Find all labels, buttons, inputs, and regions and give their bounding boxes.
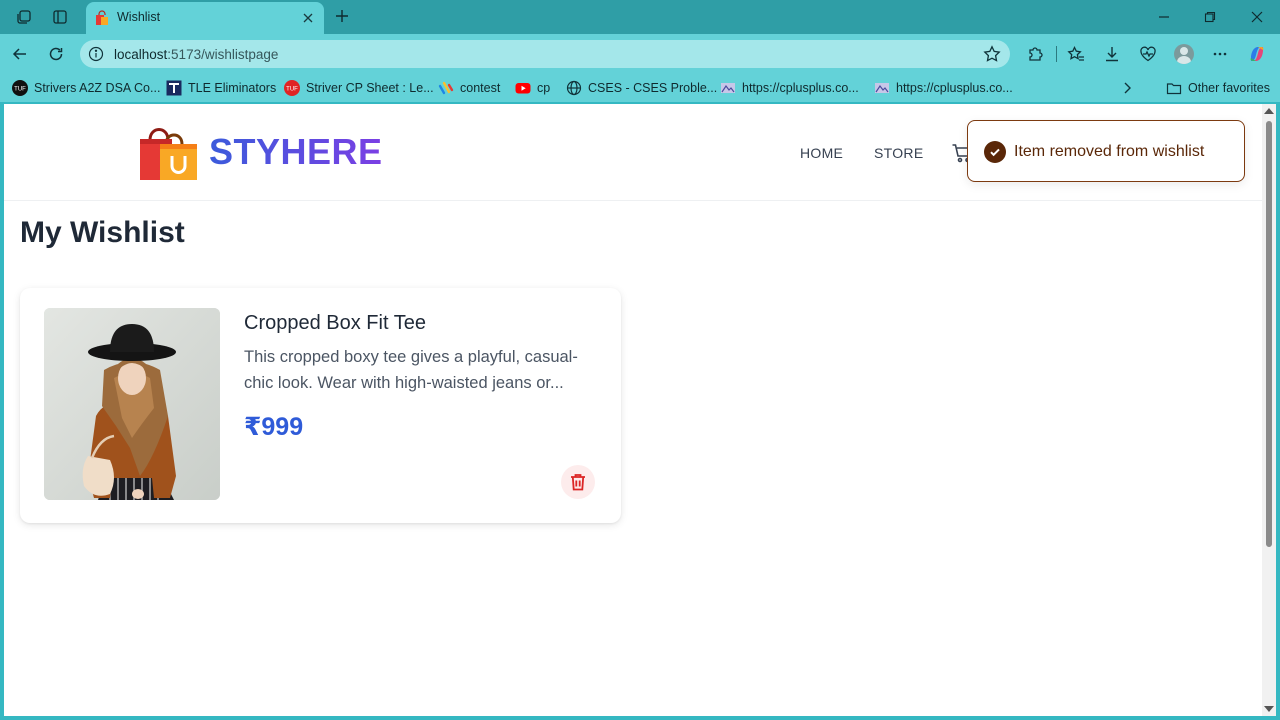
svg-text:TUF: TUF	[286, 87, 298, 93]
page-scrollbar[interactable]	[1262, 104, 1276, 716]
workspaces-icon[interactable]	[14, 7, 34, 27]
bookmarks-bar: TUF Strivers A2Z DSA Co... TLE Eliminato…	[0, 74, 1280, 102]
window-bottom-edge	[0, 716, 1280, 720]
url-path: :5173/wishlistpage	[167, 47, 279, 62]
bookmarks-overflow-chevron-icon[interactable]	[1120, 79, 1134, 97]
close-tab-icon[interactable]	[300, 10, 316, 26]
product-image[interactable]	[44, 308, 220, 500]
restore-icon[interactable]	[1199, 6, 1221, 28]
trash-icon	[571, 474, 585, 491]
wishlist-item-card[interactable]: Cropped Box Fit Tee This cropped boxy te…	[20, 288, 621, 523]
minimize-icon[interactable]	[1153, 6, 1175, 28]
bookmark-label: TLE Eliminators	[188, 81, 277, 95]
remove-from-wishlist-button[interactable]	[561, 465, 595, 499]
address-url: localhost:5173/wishlistpage	[114, 47, 278, 62]
product-price: ₹999	[244, 413, 304, 441]
bookmark-label: CSES - CSES Proble...	[588, 81, 718, 95]
bookmark-label: https://cplusplus.co...	[742, 81, 859, 95]
url-host: localhost	[114, 47, 168, 62]
tab-wishlist[interactable]: Wishlist	[86, 2, 324, 34]
nav-store[interactable]: STORE	[874, 145, 923, 161]
more-options-icon[interactable]	[1210, 44, 1230, 64]
toast-message: Item removed from wishlist	[1014, 143, 1205, 160]
bookmark-strivers-a2z[interactable]: TUF Strivers A2Z DSA Co...	[12, 79, 160, 97]
tle-icon	[166, 80, 182, 96]
favorites-icon[interactable]	[1066, 44, 1086, 64]
bookmark-label: https://cplusplus.co...	[896, 81, 1013, 95]
downloads-icon[interactable]	[1102, 44, 1122, 64]
scrollbar-thumb[interactable]	[1266, 121, 1272, 547]
cplusplus-icon	[720, 80, 736, 96]
browser-titlebar: Wishlist	[0, 0, 1280, 34]
bookmark-striver-cp-sheet[interactable]: TUF Striver CP Sheet : Le...	[284, 79, 434, 97]
bookmark-cses[interactable]: CSES - CSES Proble...	[566, 79, 717, 97]
copilot-icon[interactable]	[1247, 44, 1267, 64]
tuf-red-icon: TUF	[284, 80, 300, 96]
scroll-up-arrow-icon[interactable]	[1264, 108, 1274, 114]
toolbar-divider	[1056, 46, 1057, 62]
browser-essentials-icon[interactable]	[1138, 44, 1158, 64]
tab-title: Wishlist	[117, 10, 161, 24]
tab-actions-icon[interactable]	[50, 7, 70, 27]
folder-icon	[1166, 80, 1182, 96]
page-viewport: STYHERE HOME STORE My Wishlist Cropped B…	[4, 104, 1276, 716]
svg-text:TUF: TUF	[14, 87, 26, 93]
product-description: This cropped boxy tee gives a playful, c…	[244, 348, 578, 392]
close-window-icon[interactable]	[1246, 6, 1268, 28]
page-title: My Wishlist	[20, 216, 185, 249]
profile-avatar-icon[interactable]	[1174, 44, 1194, 64]
shopping-bag-logo-icon[interactable]	[138, 122, 200, 182]
bookmark-label: contest	[460, 81, 501, 95]
site-info-icon[interactable]	[88, 46, 104, 62]
codeforces-icon	[438, 80, 454, 96]
product-name[interactable]: Cropped Box Fit Tee	[244, 312, 426, 335]
new-tab-icon[interactable]	[332, 6, 352, 26]
bookmark-cp[interactable]: cp	[515, 79, 550, 97]
bookmark-tle-eliminators[interactable]: TLE Eliminators	[166, 79, 276, 97]
bookmark-contest[interactable]: contest	[438, 79, 500, 97]
shopping-bag-icon	[94, 10, 110, 26]
globe-icon	[566, 80, 582, 96]
tuf-icon: TUF	[12, 80, 28, 96]
address-bar[interactable]: localhost:5173/wishlistpage	[80, 40, 1010, 68]
bookmark-label: Strivers A2Z DSA Co...	[34, 81, 161, 95]
check-circle-icon	[984, 141, 1006, 163]
bookmark-label: Other favorites	[1188, 81, 1270, 95]
browser-toolbar: localhost:5173/wishlistpage	[0, 34, 1280, 74]
bookmark-label: cp	[537, 81, 551, 95]
refresh-icon[interactable]	[46, 44, 66, 64]
bookmark-other-favorites[interactable]: Other favorites	[1166, 79, 1270, 97]
avatar	[1174, 44, 1194, 64]
back-icon[interactable]	[10, 44, 30, 64]
nav-home[interactable]: HOME	[800, 145, 843, 161]
bookmark-label: Striver CP Sheet : Le...	[306, 81, 434, 95]
favorite-star-icon[interactable]	[982, 44, 1002, 64]
toast-notification: Item removed from wishlist	[967, 120, 1245, 182]
extensions-icon[interactable]	[1026, 44, 1046, 64]
youtube-icon	[515, 80, 531, 96]
bookmark-cplusplus-2[interactable]: https://cplusplus.co...	[874, 79, 1013, 97]
bookmark-cplusplus-1[interactable]: https://cplusplus.co...	[720, 79, 859, 97]
cplusplus-icon	[874, 80, 890, 96]
scroll-down-arrow-icon[interactable]	[1264, 706, 1274, 712]
brand-logo[interactable]: STYHERE	[209, 131, 383, 173]
